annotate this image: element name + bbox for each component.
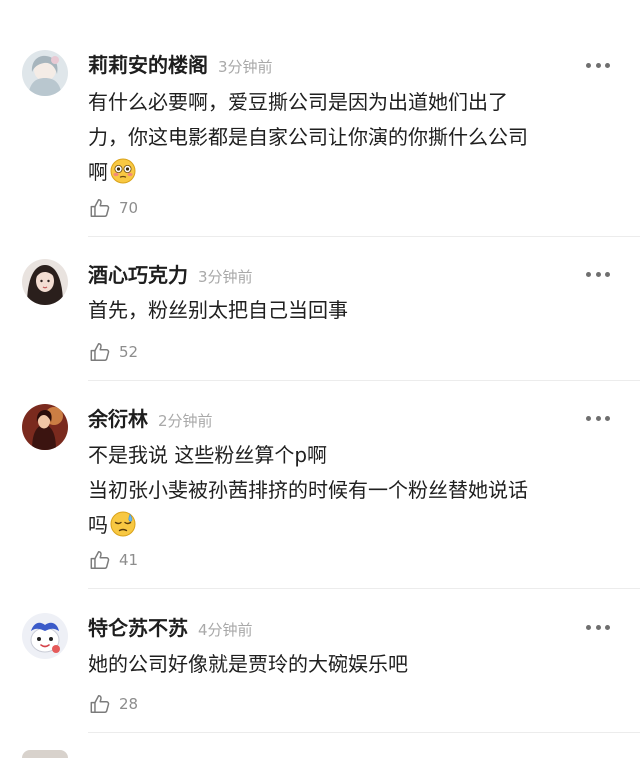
comment-header: 莉莉安的楼阁 3分钟前 [88, 49, 273, 79]
more-dots-icon[interactable] [586, 269, 610, 279]
more-dots-icon[interactable] [586, 413, 610, 423]
thumbs-up-outline-icon [90, 199, 110, 217]
like-count: 41 [119, 551, 139, 569]
comment-time: 4分钟前 [198, 621, 253, 639]
avatar[interactable] [22, 750, 68, 758]
more-dots-icon[interactable] [586, 622, 610, 632]
thumbs-up-outline-icon [90, 343, 110, 361]
comment-line: 她的公司好像就是贾玲的大碗娱乐吧 [88, 652, 408, 676]
divider [88, 236, 640, 237]
like-count: 28 [119, 695, 139, 713]
thumbs-up-outline-icon [90, 551, 110, 569]
comment-line: 不是我说 这些粉丝算个p啊 [88, 443, 328, 467]
like-button[interactable]: 28 [89, 692, 138, 716]
username[interactable]: 莉莉安的楼阁 [88, 49, 208, 78]
comment-line: 有什么必要啊，爱豆撕公司是因为出道她们出了 [88, 90, 508, 114]
more-dots-icon[interactable] [586, 60, 610, 70]
divider [88, 732, 640, 733]
like-count: 70 [119, 199, 139, 217]
comment-text: 有什么必要啊，爱豆撕公司是因为出道她们出了 力，你这电影都是自家公司让你演的你撕… [88, 85, 618, 190]
comment-line: 首先，粉丝别太把自己当回事 [88, 298, 348, 322]
comment-header: 酒心巧克力 3分钟前 [88, 259, 253, 289]
like-button[interactable]: 41 [89, 548, 138, 572]
comments-page: { "comments": [ { "username": "莉莉安的楼阁", … [0, 0, 640, 758]
downcast-sweat-face-emoji-icon [110, 511, 136, 537]
comment-time: 3分钟前 [198, 268, 253, 286]
like-button[interactable]: 70 [89, 196, 138, 220]
like-button[interactable]: 52 [89, 340, 138, 364]
username[interactable]: 特仑苏不苏 [88, 612, 188, 641]
avatar[interactable] [22, 50, 68, 96]
avatar[interactable] [22, 404, 68, 450]
comment-line: 吗 [88, 508, 618, 543]
comment-text: 她的公司好像就是贾玲的大碗娱乐吧 [88, 647, 618, 682]
avatar[interactable] [22, 613, 68, 659]
divider [88, 380, 640, 381]
like-count: 52 [119, 343, 139, 361]
avatar[interactable] [22, 259, 68, 305]
comment-text: 不是我说 这些粉丝算个p啊 当初张小斐被孙茜排挤的时候有一个粉丝替她说话 吗 [88, 438, 618, 543]
username[interactable]: 余衍林 [88, 403, 148, 432]
comment-line: 啊 [88, 155, 618, 190]
comment-time: 3分钟前 [218, 58, 273, 76]
thumbs-up-outline-icon [90, 695, 110, 713]
comment-header: 余衍林 2分钟前 [88, 403, 213, 433]
comment-time: 2分钟前 [158, 412, 213, 430]
divider [88, 588, 640, 589]
comment-line-text: 啊 [88, 160, 108, 184]
comment-header: 特仑苏不苏 4分钟前 [88, 612, 253, 642]
comment-text: 首先，粉丝别太把自己当回事 [88, 293, 618, 328]
flushed-face-emoji-icon [110, 158, 136, 184]
username[interactable]: 酒心巧克力 [88, 259, 188, 288]
comment-line: 当初张小斐被孙茜排挤的时候有一个粉丝替她说话 [88, 478, 528, 502]
comment-line-text: 吗 [88, 513, 108, 537]
comment-line: 力，你这电影都是自家公司让你演的你撕什么公司 [88, 125, 528, 149]
